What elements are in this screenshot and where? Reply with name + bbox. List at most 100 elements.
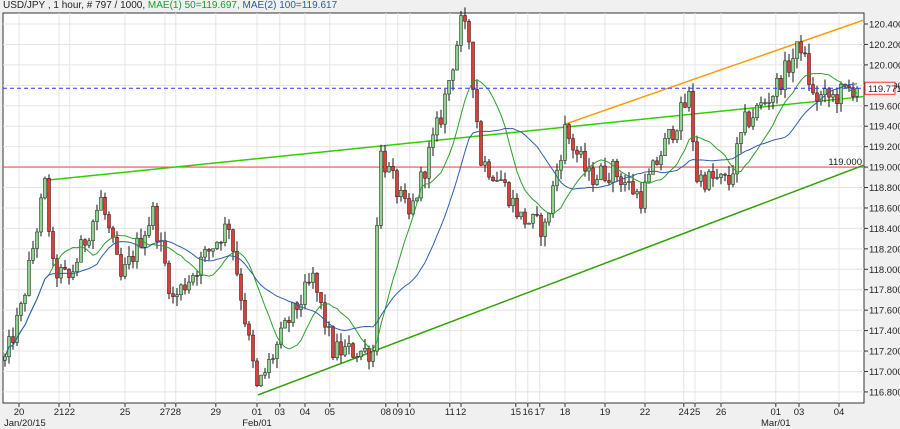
month-label: Feb/01 [242, 418, 272, 429]
candle-body [151, 205, 155, 226]
candle-body [539, 214, 543, 237]
candle-body [711, 171, 715, 179]
x-tick-label: 25 [120, 407, 131, 418]
candle-body [511, 197, 515, 207]
candle-body [143, 235, 147, 248]
candle-body [247, 323, 251, 336]
candle-body [847, 85, 851, 88]
candle-body [707, 171, 711, 190]
candle-body [463, 15, 467, 22]
y-tick-label: 119.200 [869, 142, 900, 153]
candle-body [703, 174, 707, 190]
candle-body [131, 256, 135, 262]
x-tick-label: 03 [794, 407, 805, 418]
y-tick-label: 119.000 [869, 163, 900, 174]
candle-body [231, 229, 235, 252]
candle-body [99, 196, 103, 211]
candle-body [583, 150, 587, 172]
candle-body [339, 341, 343, 356]
candle-body [303, 281, 307, 305]
candle-body [11, 336, 15, 343]
price-chart[interactable]: 120.400120.200120.000119.800119.600119.4… [0, 0, 900, 429]
candle-body [427, 147, 431, 179]
candle-body [87, 240, 91, 246]
candle-body [639, 191, 643, 209]
candle-body [435, 117, 439, 136]
candle-body [683, 102, 687, 108]
candle-body [467, 21, 471, 43]
candle-body [735, 143, 739, 175]
candle-body [807, 53, 811, 85]
candle-body [767, 102, 771, 104]
candle-body [775, 77, 779, 97]
x-tick-label: 10 [405, 407, 416, 418]
candle-body [803, 52, 807, 55]
x-tick-label: 24 [679, 407, 690, 418]
candle-body [315, 272, 319, 293]
x-tick-label: 11 [445, 407, 455, 418]
candle-body [835, 94, 839, 104]
x-tick-label: 15 [511, 407, 522, 418]
candle-body [503, 179, 507, 183]
candle-body [655, 160, 659, 165]
x-tick-label: 04 [300, 407, 311, 418]
candle-body [551, 185, 555, 214]
x-tick-label: 01 [771, 407, 782, 418]
x-tick-label: 03 [275, 407, 286, 418]
x-tick-label: 18 [560, 407, 571, 418]
candle-body [731, 173, 735, 185]
candle-body [75, 261, 79, 273]
candle-body [831, 94, 835, 98]
candle-body [439, 117, 443, 125]
candle-body [335, 341, 339, 358]
candle-body [271, 358, 275, 360]
candle-body [207, 249, 211, 252]
candle-body [727, 175, 731, 185]
x-tick-label: 08 [381, 407, 392, 418]
candle-body [799, 41, 803, 54]
y-tick-label: 117.800 [869, 285, 900, 296]
candle-body [347, 343, 351, 347]
candle-body [327, 326, 331, 328]
candle-body [111, 227, 115, 238]
candle-body [307, 281, 311, 284]
candle-body [23, 295, 27, 304]
candle-body [259, 374, 263, 386]
candle-body [387, 166, 391, 173]
candle-body [31, 248, 35, 261]
candle-body [647, 174, 651, 183]
candle-body [631, 181, 635, 195]
candle-body [35, 231, 39, 249]
candle-body [79, 239, 83, 263]
month-label: Jan/20/15 [4, 418, 46, 429]
candle-body [423, 171, 427, 179]
candle-body [607, 180, 611, 183]
candle-body [203, 249, 207, 258]
candle-body [771, 96, 775, 103]
candle-body [739, 132, 743, 144]
candle-body [403, 190, 407, 199]
candle-body [443, 93, 447, 125]
candle-body [491, 176, 495, 182]
x-tick-label: 27 [160, 407, 171, 418]
candle-body [715, 177, 719, 179]
y-tick-label: 116.800 [869, 387, 900, 398]
candle-body [675, 130, 679, 141]
candle-body [519, 211, 523, 218]
candle-body [579, 150, 583, 155]
candle-body [651, 160, 655, 175]
candle-body [671, 129, 675, 141]
candle-body [455, 45, 459, 71]
x-tick-label: 21 [54, 407, 65, 418]
candle-body [215, 241, 219, 249]
candle-body [507, 182, 511, 207]
candle-body [719, 173, 723, 178]
candle-body [375, 225, 379, 352]
candle-body [95, 209, 99, 222]
candle-body [451, 69, 455, 81]
candle-body [815, 92, 819, 102]
candle-body [83, 239, 87, 246]
candle-body [323, 302, 327, 328]
candle-body [119, 254, 123, 277]
candle-body [135, 237, 139, 262]
